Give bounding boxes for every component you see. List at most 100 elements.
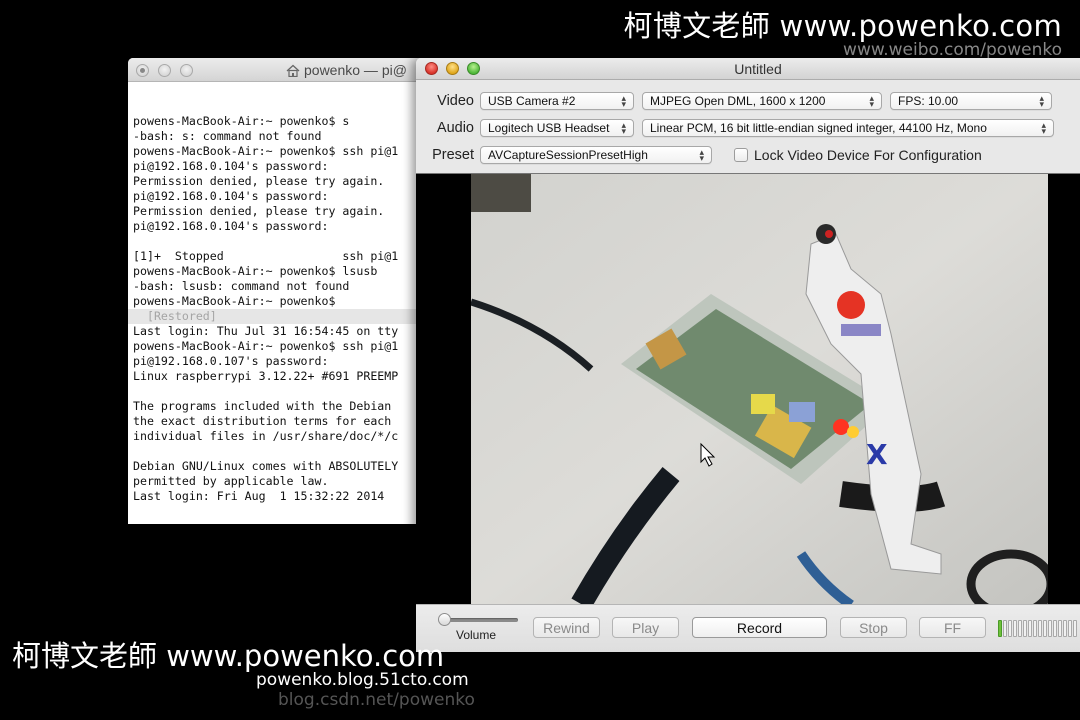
fast-forward-button[interactable]: FF [919,617,986,638]
volume-label: Volume [456,628,497,642]
meter-cell [1068,620,1072,637]
preset-row: Preset AVCaptureSessionPresetHigh ▴ ▾ Loc… [416,146,982,164]
terminal-line: pi@192.168.0.104's password: [133,189,329,203]
lock-device-checkbox[interactable] [734,148,748,162]
close-button[interactable] [136,64,149,77]
play-button[interactable]: Play [612,617,679,638]
terminal-window[interactable]: powenko — pi@ powens-MacBook-Air:~ powen… [128,58,428,524]
preset-value: AVCaptureSessionPresetHigh [488,148,648,162]
volume-slider[interactable] [444,618,518,622]
video-device-value: USB Camera #2 [488,94,576,108]
watermark-bottom-sub2: blog.csdn.net/powenko [278,690,475,710]
meter-cell [1033,620,1037,637]
window-title: Untitled [734,61,782,77]
terminal-line: -bash: s: command not found [133,129,322,143]
audio-device-select[interactable]: Logitech USB Headset ▴ ▾ [480,119,634,137]
capture-titlebar[interactable]: Untitled [416,58,1080,80]
video-preview: X [416,173,1080,605]
terminal-line: powens-MacBook-Air:~ powenko$ s [133,114,350,128]
fps-select[interactable]: FPS: 10.00 ▴ ▾ [890,92,1052,110]
video-label: Video [437,93,474,109]
terminal-line: Permission denied, please try again. [133,174,385,188]
meter-cell [1043,620,1047,637]
terminal-line: pi@192.168.0.104's password: [133,219,329,233]
home-icon [286,64,300,77]
camera-scene: X [471,174,1048,605]
volume-slider-knob[interactable] [438,613,451,626]
terminal-line: Last login: Thu Jul 31 16:54:45 on tty [133,324,399,338]
meter-cell [1018,620,1022,637]
video-row: Video USB Camera #2 ▴ ▾ MJPEG Open DML, 1… [416,92,1052,110]
meter-cell [1023,620,1027,637]
updown-arrows-icon: ▴ ▾ [621,120,626,136]
fps-value: FPS: 10.00 [898,94,959,108]
window-controls [136,64,193,77]
terminal-line: Debian GNU/Linux comes with ABSOLUTELY [133,459,399,473]
meter-cell [1008,620,1012,637]
video-device-select[interactable]: USB Camera #2 ▴ ▾ [480,92,634,110]
svg-text:X: X [866,438,888,471]
watermark-bottom-sub1: powenko.blog.51cto.com [256,670,469,690]
terminal-line: Linux raspberrypi 3.12.22+ #691 PREEMP [133,369,399,383]
terminal-line: -bash: lsusb: command not found [133,279,350,293]
preset-label: Preset [432,147,474,163]
watermark-top: 柯博文老師 www.powenko.com [623,9,1062,43]
meter-cell [1073,620,1077,637]
updown-arrows-icon: ▴ ▾ [1041,120,1046,136]
terminal-line: individual files in /usr/share/doc/*/c [133,429,399,443]
audio-format-value: Linear PCM, 16 bit little-endian signed … [650,121,987,135]
transport-bar: Volume Rewind Play Record Stop FF [416,604,1080,652]
lock-device-label: Lock Video Device For Configuration [754,147,982,163]
audio-row: Audio Logitech USB Headset ▴ ▾ Linear PCM… [416,119,1054,137]
terminal-line: The programs included with the Debian [133,399,392,413]
lock-device-option[interactable]: Lock Video Device For Configuration [734,147,982,163]
terminal-title-text: powenko — pi@ [304,62,407,78]
terminal-line: pi@192.168.0.107's password: [133,354,329,368]
zoom-button[interactable] [180,64,193,77]
meter-cell [1063,620,1067,637]
camera-image: X [471,174,1048,605]
terminal-line: Last login: Fri Aug 1 15:32:22 2014 [133,489,385,503]
watermark-bottom: 柯博文老師 www.powenko.com [12,639,445,673]
updown-arrows-icon: ▴ ▾ [869,93,874,109]
terminal-line: powens-MacBook-Air:~ powenko$ ssh pi@1 [133,339,399,353]
terminal-line: powens-MacBook-Air:~ powenko$ [133,294,336,308]
stop-button[interactable]: Stop [840,617,907,638]
video-format-select[interactable]: MJPEG Open DML, 1600 x 1200 ▴ ▾ [642,92,882,110]
updown-arrows-icon: ▴ ▾ [699,147,704,163]
terminal-line: powens-MacBook-Air:~ powenko$ lsusb [133,264,378,278]
rewind-button[interactable]: Rewind [533,617,600,638]
record-button[interactable]: Record [692,617,827,638]
meter-cell [1048,620,1052,637]
terminal-line: Permission denied, please try again. [133,204,385,218]
terminal-line: powens-MacBook-Air:~ powenko$ ssh pi@1 [133,144,399,158]
audio-label: Audio [436,120,474,136]
terminal-line: pi@192.168.0.104's password: [133,159,329,173]
audio-format-select[interactable]: Linear PCM, 16 bit little-endian signed … [642,119,1054,137]
meter-cell [1028,620,1032,637]
minimize-button[interactable] [158,64,171,77]
terminal-line: permitted by applicable law. [133,474,329,488]
audio-device-value: Logitech USB Headset [488,121,610,135]
audio-level-meter [998,620,1077,637]
meter-cell [1038,620,1042,637]
meter-cell [1013,620,1017,637]
terminal-title: powenko — pi@ [286,62,407,78]
terminal-line: [1]+ Stopped ssh pi@1 [133,249,399,263]
meter-cell [1003,620,1007,637]
terminal-titlebar[interactable]: powenko — pi@ [128,58,428,82]
capture-window[interactable]: Untitled Video USB Camera #2 ▴ ▾ MJPEG Op… [416,58,1080,652]
terminal-output[interactable]: powens-MacBook-Air:~ powenko$ s -bash: s:… [128,82,428,524]
updown-arrows-icon: ▴ ▾ [1039,93,1044,109]
watermark-top-sub: www.weibo.com/powenko [843,40,1062,60]
preset-select[interactable]: AVCaptureSessionPresetHigh ▴ ▾ [480,146,712,164]
updown-arrows-icon: ▴ ▾ [621,93,626,109]
video-format-value: MJPEG Open DML, 1600 x 1200 [650,94,826,108]
restored-marker: [Restored] [128,309,428,324]
meter-cell [1053,620,1057,637]
meter-cell [1058,620,1062,637]
terminal-line: the exact distribution terms for each [133,414,392,428]
